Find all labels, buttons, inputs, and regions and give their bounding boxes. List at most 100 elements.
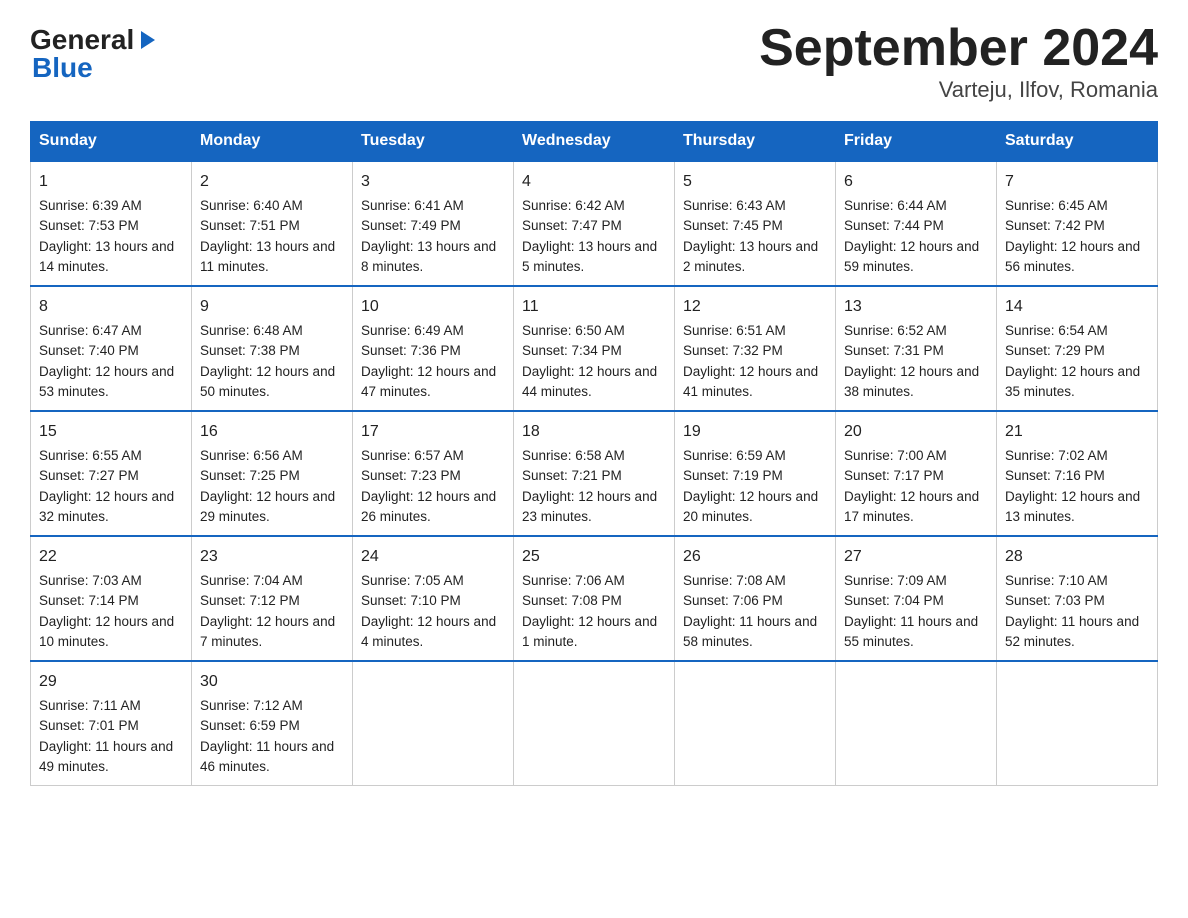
day-number: 15 [39, 420, 183, 444]
day-number: 25 [522, 545, 666, 569]
daylight: Daylight: 12 hours and 38 minutes. [844, 364, 979, 399]
sunset: Sunset: 7:27 PM [39, 468, 139, 483]
daylight: Daylight: 12 hours and 59 minutes. [844, 239, 979, 274]
daylight: Daylight: 12 hours and 26 minutes. [361, 489, 496, 524]
sunrise: Sunrise: 6:58 AM [522, 448, 625, 463]
page-header: General Blue September 2024 Varteju, Ilf… [30, 20, 1158, 103]
sunrise: Sunrise: 6:59 AM [683, 448, 786, 463]
calendar-cell [514, 661, 675, 786]
calendar-cell: 25Sunrise: 7:06 AMSunset: 7:08 PMDayligh… [514, 536, 675, 661]
day-number: 18 [522, 420, 666, 444]
sunrise: Sunrise: 7:04 AM [200, 573, 303, 588]
sunset: Sunset: 7:45 PM [683, 218, 783, 233]
sunset: Sunset: 7:10 PM [361, 593, 461, 608]
calendar-cell [997, 661, 1158, 786]
sunrise: Sunrise: 6:40 AM [200, 198, 303, 213]
calendar-cell: 24Sunrise: 7:05 AMSunset: 7:10 PMDayligh… [353, 536, 514, 661]
day-number: 23 [200, 545, 344, 569]
sunset: Sunset: 7:42 PM [1005, 218, 1105, 233]
daylight: Daylight: 12 hours and 23 minutes. [522, 489, 657, 524]
day-number: 11 [522, 295, 666, 319]
daylight: Daylight: 12 hours and 10 minutes. [39, 614, 174, 649]
week-row-2: 8Sunrise: 6:47 AMSunset: 7:40 PMDaylight… [31, 286, 1158, 411]
sunset: Sunset: 7:04 PM [844, 593, 944, 608]
weekday-header-thursday: Thursday [675, 122, 836, 162]
calendar-cell: 4Sunrise: 6:42 AMSunset: 7:47 PMDaylight… [514, 161, 675, 286]
calendar-cell: 10Sunrise: 6:49 AMSunset: 7:36 PMDayligh… [353, 286, 514, 411]
daylight: Daylight: 13 hours and 2 minutes. [683, 239, 818, 274]
calendar-cell: 20Sunrise: 7:00 AMSunset: 7:17 PMDayligh… [836, 411, 997, 536]
weekday-header-monday: Monday [192, 122, 353, 162]
day-number: 2 [200, 170, 344, 194]
calendar-cell: 28Sunrise: 7:10 AMSunset: 7:03 PMDayligh… [997, 536, 1158, 661]
sunrise: Sunrise: 6:51 AM [683, 323, 786, 338]
sunset: Sunset: 7:19 PM [683, 468, 783, 483]
sunrise: Sunrise: 7:08 AM [683, 573, 786, 588]
calendar-cell: 12Sunrise: 6:51 AMSunset: 7:32 PMDayligh… [675, 286, 836, 411]
calendar-cell: 16Sunrise: 6:56 AMSunset: 7:25 PMDayligh… [192, 411, 353, 536]
sunrise: Sunrise: 7:00 AM [844, 448, 947, 463]
sunset: Sunset: 7:32 PM [683, 343, 783, 358]
title-block: September 2024 Varteju, Ilfov, Romania [759, 20, 1158, 103]
sunset: Sunset: 7:40 PM [39, 343, 139, 358]
week-row-4: 22Sunrise: 7:03 AMSunset: 7:14 PMDayligh… [31, 536, 1158, 661]
sunrise: Sunrise: 6:52 AM [844, 323, 947, 338]
daylight: Daylight: 12 hours and 47 minutes. [361, 364, 496, 399]
sunset: Sunset: 6:59 PM [200, 718, 300, 733]
weekday-header-friday: Friday [836, 122, 997, 162]
sunset: Sunset: 7:23 PM [361, 468, 461, 483]
daylight: Daylight: 12 hours and 56 minutes. [1005, 239, 1140, 274]
week-row-1: 1Sunrise: 6:39 AMSunset: 7:53 PMDaylight… [31, 161, 1158, 286]
daylight: Daylight: 13 hours and 14 minutes. [39, 239, 174, 274]
day-number: 9 [200, 295, 344, 319]
sunset: Sunset: 7:25 PM [200, 468, 300, 483]
calendar-cell [836, 661, 997, 786]
sunset: Sunset: 7:12 PM [200, 593, 300, 608]
day-number: 5 [683, 170, 827, 194]
day-number: 8 [39, 295, 183, 319]
sunrise: Sunrise: 7:05 AM [361, 573, 464, 588]
daylight: Daylight: 12 hours and 4 minutes. [361, 614, 496, 649]
day-number: 3 [361, 170, 505, 194]
sunrise: Sunrise: 6:45 AM [1005, 198, 1108, 213]
sunrise: Sunrise: 6:39 AM [39, 198, 142, 213]
sunrise: Sunrise: 6:48 AM [200, 323, 303, 338]
daylight: Daylight: 12 hours and 35 minutes. [1005, 364, 1140, 399]
sunrise: Sunrise: 6:42 AM [522, 198, 625, 213]
daylight: Daylight: 11 hours and 46 minutes. [200, 739, 334, 774]
day-number: 19 [683, 420, 827, 444]
sunset: Sunset: 7:47 PM [522, 218, 622, 233]
calendar-cell: 30 Sunrise: 7:12 AM Sunset: 6:59 PM Dayligh… [192, 661, 353, 786]
weekday-header-sunday: Sunday [31, 122, 192, 162]
calendar-cell: 15Sunrise: 6:55 AMSunset: 7:27 PMDayligh… [31, 411, 192, 536]
calendar-cell: 23Sunrise: 7:04 AMSunset: 7:12 PMDayligh… [192, 536, 353, 661]
daylight: Daylight: 12 hours and 13 minutes. [1005, 489, 1140, 524]
day-number: 17 [361, 420, 505, 444]
page-title: September 2024 [759, 20, 1158, 77]
calendar-cell: 11Sunrise: 6:50 AMSunset: 7:34 PMDayligh… [514, 286, 675, 411]
day-number: 30 [200, 670, 344, 694]
calendar-cell: 26Sunrise: 7:08 AMSunset: 7:06 PMDayligh… [675, 536, 836, 661]
sunset: Sunset: 7:34 PM [522, 343, 622, 358]
sunset: Sunset: 7:36 PM [361, 343, 461, 358]
calendar-cell [675, 661, 836, 786]
sunset: Sunset: 7:03 PM [1005, 593, 1105, 608]
day-number: 10 [361, 295, 505, 319]
calendar-cell: 14Sunrise: 6:54 AMSunset: 7:29 PMDayligh… [997, 286, 1158, 411]
sunset: Sunset: 7:38 PM [200, 343, 300, 358]
calendar-cell: 27Sunrise: 7:09 AMSunset: 7:04 PMDayligh… [836, 536, 997, 661]
logo-icon [135, 29, 157, 51]
calendar-cell: 9 Sunrise: 6:48 AM Sunset: 7:38 PM Daylight… [192, 286, 353, 411]
calendar-cell: 7Sunrise: 6:45 AMSunset: 7:42 PMDaylight… [997, 161, 1158, 286]
daylight: Daylight: 12 hours and 50 minutes. [200, 364, 335, 399]
sunrise: Sunrise: 7:12 AM [200, 698, 303, 713]
sunrise: Sunrise: 7:06 AM [522, 573, 625, 588]
calendar-table: SundayMondayTuesdayWednesdayThursdayFrid… [30, 121, 1158, 786]
sunrise: Sunrise: 7:10 AM [1005, 573, 1108, 588]
sunset: Sunset: 7:17 PM [844, 468, 944, 483]
daylight: Daylight: 12 hours and 29 minutes. [200, 489, 335, 524]
calendar-cell: 22Sunrise: 7:03 AMSunset: 7:14 PMDayligh… [31, 536, 192, 661]
calendar-cell: 8Sunrise: 6:47 AMSunset: 7:40 PMDaylight… [31, 286, 192, 411]
sunset: Sunset: 7:53 PM [39, 218, 139, 233]
daylight: Daylight: 12 hours and 32 minutes. [39, 489, 174, 524]
